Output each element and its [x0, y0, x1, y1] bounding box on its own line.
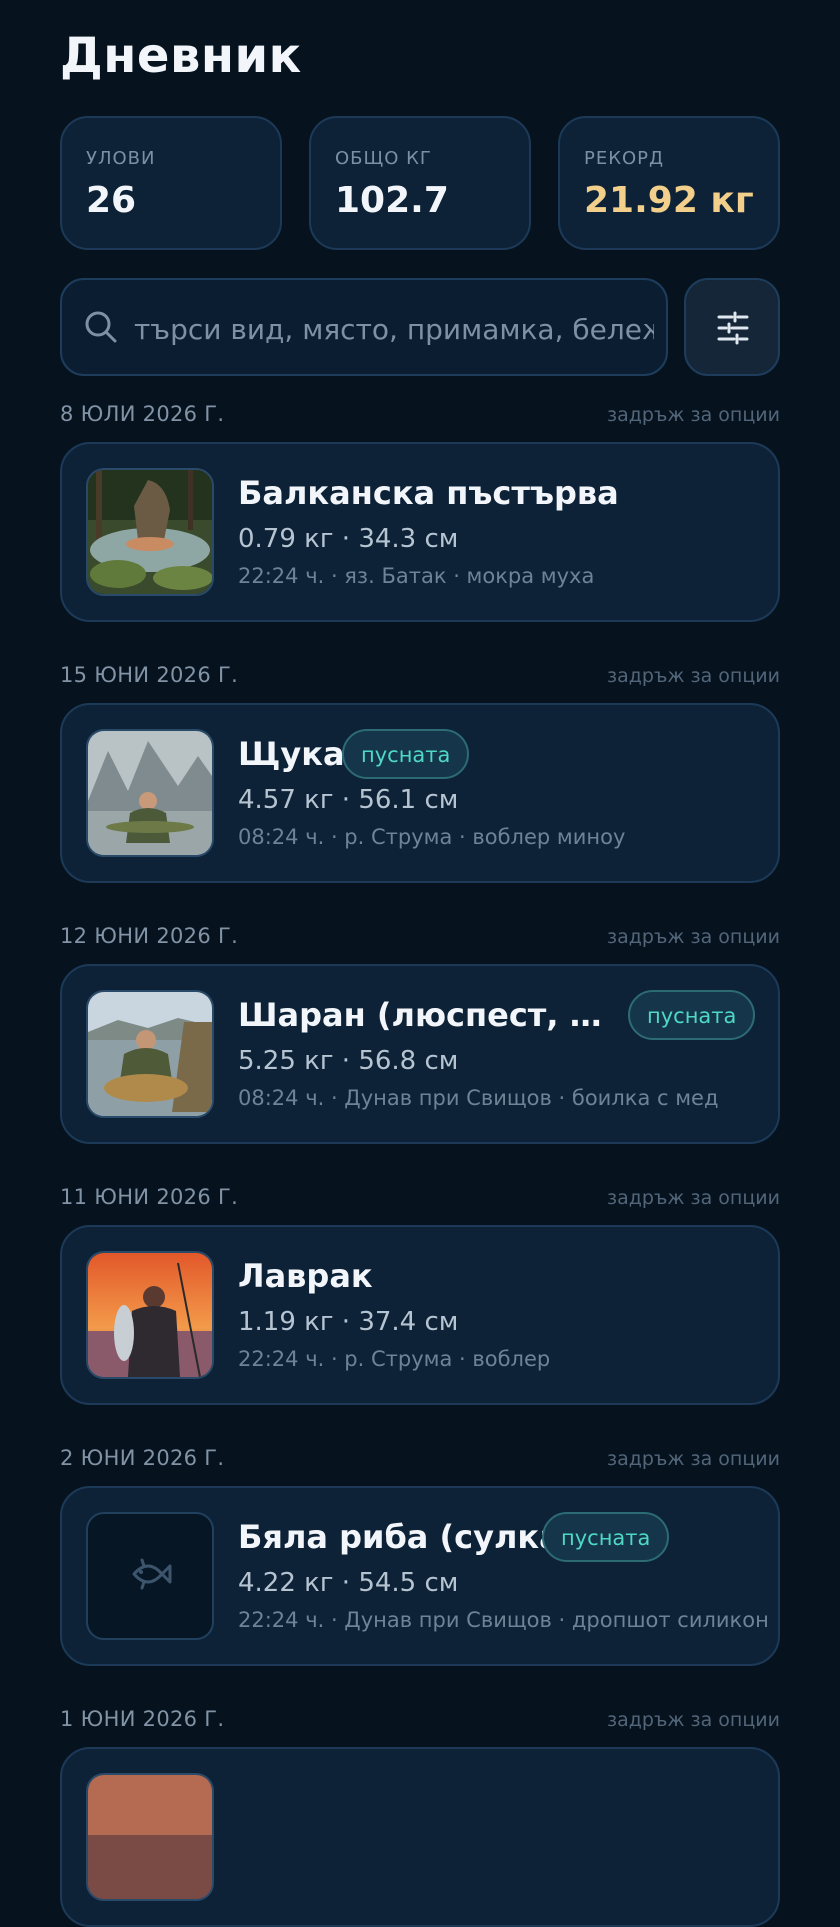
- weight-length: 4.22 кг · 54.5 см: [238, 1568, 459, 1598]
- stat-card-total-kg: ОБЩО КГ 102.7: [309, 116, 531, 250]
- released-badge: пусната: [342, 729, 470, 779]
- catch-photo: [86, 729, 214, 857]
- catch-meta: 22:24 ч. · яз. Батак · мокра муха: [238, 564, 595, 588]
- species-name: Балканска пъстърва: [238, 474, 619, 512]
- hold-hint: задръж за опции: [607, 1709, 780, 1731]
- catch-photo: [86, 1773, 214, 1901]
- catch-card[interactable]: [60, 1747, 780, 1927]
- catch-card[interactable]: Шаран (люспест, ог... пусната 5.25 кг · …: [60, 964, 780, 1144]
- catch-meta: 22:24 ч. · р. Струма · воблер: [238, 1347, 551, 1371]
- stat-value: 21.92 кг: [584, 180, 754, 221]
- stat-card-record: РЕКОРД 21.92 кг: [558, 116, 780, 250]
- date-header: 1 ЮНИ 2026 Г.: [60, 1707, 225, 1731]
- catch-photo: [86, 468, 214, 596]
- date-header: 15 ЮНИ 2026 Г.: [60, 663, 239, 687]
- stat-label: ОБЩО КГ: [335, 148, 432, 169]
- photo-placeholder: [86, 1512, 214, 1640]
- species-name: Лаврак: [238, 1257, 373, 1295]
- species-name: Щука: [238, 735, 345, 773]
- weight-length: 4.57 кг · 56.1 см: [238, 785, 459, 815]
- page-title: Дневник: [60, 28, 302, 84]
- hold-hint: задръж за опции: [607, 1187, 780, 1209]
- date-header: 11 ЮНИ 2026 Г.: [60, 1185, 239, 1209]
- hold-hint: задръж за опции: [607, 404, 780, 426]
- date-header: 2 ЮНИ 2026 Г.: [60, 1446, 225, 1470]
- catch-card[interactable]: Щука пусната 4.57 кг · 56.1 см 08:24 ч. …: [60, 703, 780, 883]
- fish-icon: [132, 1558, 172, 1590]
- date-header: 12 ЮНИ 2026 Г.: [60, 924, 239, 948]
- stats-row: УЛОВИ 26 ОБЩО КГ 102.7 РЕКОРД 21.92 кг: [60, 116, 780, 252]
- catch-card[interactable]: Лаврак 1.19 кг · 37.4 см 22:24 ч. · р. С…: [60, 1225, 780, 1405]
- catch-meta: 08:24 ч. · Дунав при Свищов · боилка с м…: [238, 1086, 719, 1110]
- stat-card-catches: УЛОВИ 26: [60, 116, 282, 250]
- released-badge: пусната: [542, 1512, 670, 1562]
- catch-photo: [86, 990, 214, 1118]
- catch-card[interactable]: Бяла риба (сулка) пусната 4.22 кг · 54.5…: [60, 1486, 780, 1666]
- species-name: Бяла риба (сулка): [238, 1518, 576, 1556]
- released-badge: пусната: [628, 990, 756, 1040]
- hold-hint: задръж за опции: [607, 926, 780, 948]
- weight-length: 0.79 кг · 34.3 см: [238, 524, 459, 554]
- filter-button[interactable]: [684, 278, 780, 376]
- search-icon: [85, 311, 117, 343]
- search-input[interactable]: [132, 304, 656, 354]
- hold-hint: задръж за опции: [607, 665, 780, 687]
- catch-meta: 22:24 ч. · Дунав при Свищов · дропшот си…: [238, 1608, 769, 1632]
- catch-photo: [86, 1251, 214, 1379]
- stat-value: 102.7: [335, 180, 449, 221]
- species-name: Шаран (люспест, ог...: [238, 996, 608, 1034]
- catch-meta: 08:24 ч. · р. Струма · воблер миноу: [238, 825, 626, 849]
- weight-length: 5.25 кг · 56.8 см: [238, 1046, 459, 1076]
- hold-hint: задръж за опции: [607, 1448, 780, 1470]
- stat-label: РЕКОРД: [584, 148, 665, 169]
- weight-length: 1.19 кг · 37.4 см: [238, 1307, 459, 1337]
- stat-value: 26: [86, 180, 137, 221]
- date-header: 8 ЮЛИ 2026 Г.: [60, 402, 225, 426]
- search-bar: [60, 278, 668, 376]
- stat-label: УЛОВИ: [86, 148, 156, 169]
- sliders-icon: [717, 311, 749, 345]
- catch-card[interactable]: Балканска пъстърва 0.79 кг · 34.3 см 22:…: [60, 442, 780, 622]
